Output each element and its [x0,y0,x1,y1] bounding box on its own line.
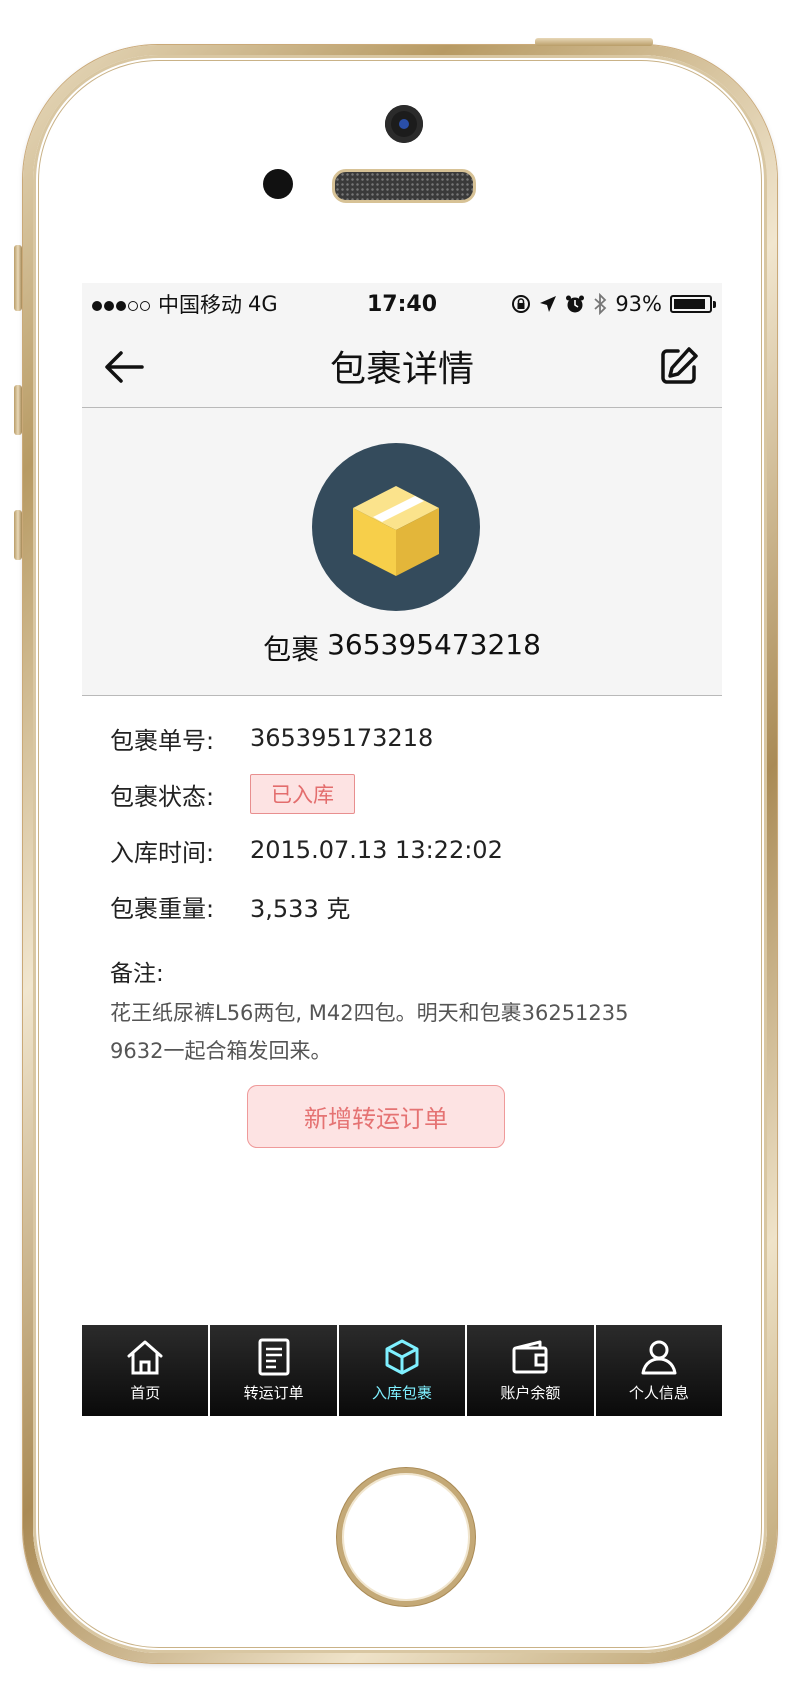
navigation-bar: 包裹详情 [82,325,722,408]
tab-account-balance[interactable]: 账户余额 [465,1325,593,1416]
detail-value: 3,533 克 [250,894,351,923]
tab-bar: 首页 转运订单 入库包裹 账户余额 个人信息 [82,1325,722,1416]
user-icon [641,1340,677,1375]
bluetooth-icon [594,293,607,315]
tab-label: 首页 [130,1384,161,1402]
rotation-lock-icon [512,295,531,313]
tab-transfer-orders[interactable]: 转运订单 [208,1325,336,1416]
cube-icon [385,1339,419,1375]
package-title-prefix: 包裹 [263,633,320,666]
tab-label: 转运订单 [243,1384,304,1402]
home-button[interactable] [337,1468,475,1606]
document-icon [258,1338,290,1376]
tab-warehouse-packages[interactable]: 入库包裹 [336,1325,465,1416]
volume-down-button [14,510,22,560]
detail-row-weight: 包裹重量: 3,533 克 [110,878,694,934]
earpiece-speaker [332,169,476,203]
edit-icon[interactable] [658,345,700,387]
detail-value: 2015.07.13 13:22:02 [250,836,503,864]
detail-row-tracking: 包裹单号: 365395173218 [110,710,694,766]
volume-up-button [14,385,22,435]
detail-value: 365395173218 [250,724,434,752]
package-details: 包裹单号: 365395173218 包裹状态: 已入库 入库时间: 2015.… [82,710,722,1070]
mute-switch [14,245,22,311]
page-title: 包裹详情 [329,349,474,390]
detail-label: 包裹单号: [110,726,215,755]
detail-row-status: 包裹状态: 已入库 [110,766,694,822]
tab-personal-info[interactable]: 个人信息 [593,1325,722,1416]
remark-text: 花王纸尿裤L56两包, M42四包。明天和包裹362512359632一起合箱发… [110,1001,629,1063]
location-arrow-icon [540,296,557,312]
battery-percent: 93% [615,292,662,316]
status-right: 93% [511,292,716,316]
front-camera [385,105,423,143]
package-title: 包裹 365395473218 [82,628,722,668]
signal-strength-icon [92,292,152,316]
detail-label: 入库时间: [110,838,215,867]
package-box-icon [353,486,439,576]
tab-label: 账户余额 [500,1384,561,1402]
new-transfer-order-button[interactable]: 新增转运订单 [247,1085,505,1148]
status-badge: 已入库 [250,774,355,814]
power-button [535,38,653,46]
network-type: 4G [248,292,278,316]
remark-label: 备注: [110,961,164,987]
tab-label: 入库包裹 [372,1384,433,1402]
proximity-sensor [263,169,293,199]
status-bar: 中国移动 4G 17:40 93% [82,283,722,325]
detail-label: 包裹状态: [110,782,215,811]
detail-label: 包裹重量: [110,894,215,923]
tab-home[interactable]: 首页 [82,1325,208,1416]
battery-icon [670,295,716,313]
home-icon [127,1340,163,1375]
package-title-number: 365395473218 [327,628,541,661]
app-screen: 中国移动 4G 17:40 93% 包裹详情 包裹 365395473218 包… [82,283,722,1416]
carrier-name: 中国移动 [158,293,242,317]
alarm-clock-icon [566,295,585,313]
package-header: 包裹 365395473218 [82,408,722,696]
status-left: 中国移动 4G [92,289,278,319]
tab-label: 个人信息 [628,1384,689,1402]
detail-row-time: 入库时间: 2015.07.13 13:22:02 [110,822,694,878]
wallet-icon [512,1340,548,1374]
